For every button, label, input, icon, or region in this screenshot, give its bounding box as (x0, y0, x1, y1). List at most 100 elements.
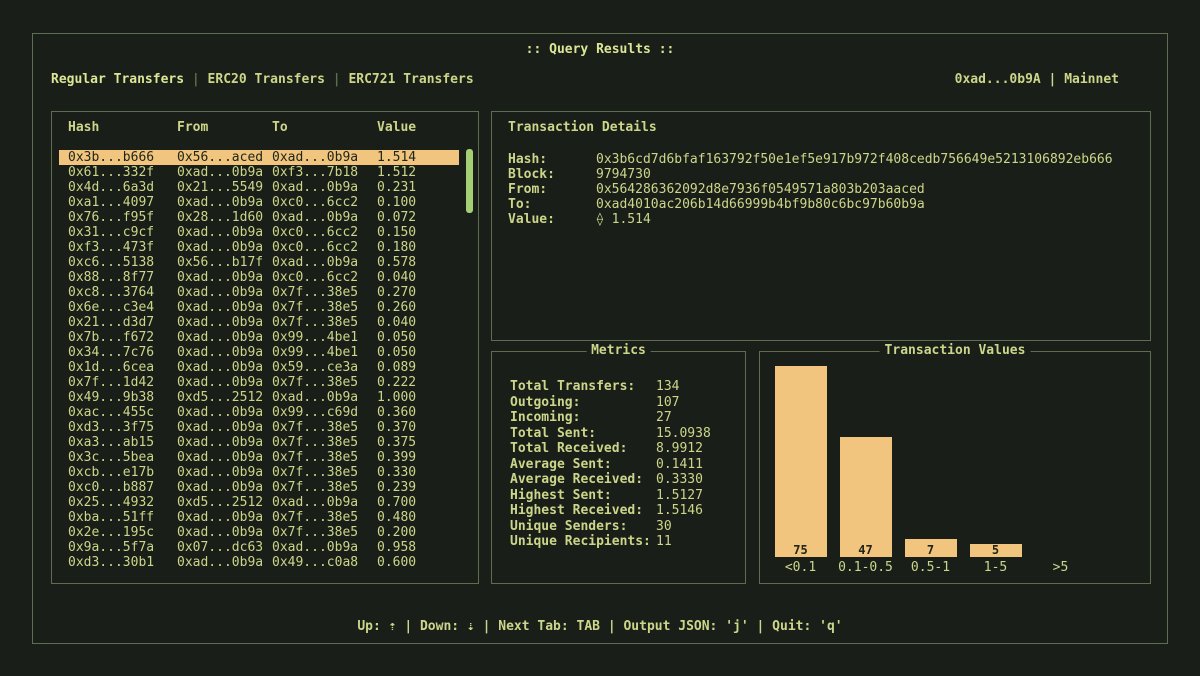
transfers-table-panel: HashFromToValue 0x3b...b6660x56...aced0x… (51, 111, 479, 584)
cell-hash: 0xc0...b887 (68, 480, 177, 495)
chart-slot: 470.1-0.5 (833, 437, 898, 575)
cell-from: 0xad...0b9a (177, 375, 272, 390)
cell-from: 0xad...0b9a (177, 360, 272, 375)
table-row[interactable]: 0x1d...6cea0xad...0b9a0x59...ce3a0.089 (59, 360, 459, 375)
metric-value: 27 (656, 410, 672, 426)
cell-from: 0xad...0b9a (177, 330, 272, 345)
table-row[interactable]: 0x49...9b380xd5...25120xad...0b9a1.000 (59, 390, 459, 405)
cell-from: 0xad...0b9a (177, 405, 272, 420)
x-axis-label: <0.1 (785, 560, 816, 575)
metric-label: Total Sent: (510, 426, 656, 442)
table-row[interactable]: 0x21...d3d70xad...0b9a0x7f...38e50.040 (59, 315, 459, 330)
cell-hash: 0xba...51ff (68, 510, 177, 525)
table-row[interactable]: 0x4d...6a3d0x21...55490xad...0b9a0.231 (59, 180, 459, 195)
tabs-row: Regular Transfers | ERC20 Transfers | ER… (51, 72, 1119, 87)
cell-to: 0xad...0b9a (272, 390, 377, 405)
field-value: 0xad4010ac206b14d66999b4bf9b80c6bc97b60b… (596, 197, 925, 212)
metric-value: 107 (656, 395, 679, 411)
field-value: 0x3b6cd7d6bfaf163792f50e1ef5e917b972f408… (596, 152, 1113, 167)
cell-value: 0.200 (377, 525, 459, 540)
cell-from: 0xad...0b9a (177, 345, 272, 360)
cell-from: 0x07...dc63 (177, 540, 272, 555)
table-row[interactable]: 0x34...7c760xad...0b9a0x99...4be10.050 (59, 345, 459, 360)
cell-hash: 0x2e...195c (68, 525, 177, 540)
field-value: 9794730 (596, 167, 651, 182)
metric-label: Unique Recipients: (510, 534, 656, 550)
cell-to: 0x7f...38e5 (272, 450, 377, 465)
table-row[interactable]: 0xc6...51380x56...b17f0xad...0b9a0.578 (59, 255, 459, 270)
table-row[interactable]: 0x88...8f770xad...0b9a0xc0...6cc20.040 (59, 270, 459, 285)
table-row[interactable]: 0x2e...195c0xad...0b9a0x7f...38e50.200 (59, 525, 459, 540)
metrics-title: Metrics (586, 343, 651, 359)
cell-value: 0.270 (377, 285, 459, 300)
status-bar: Up: ⇡ | Down: ⇣ | Next Tab: TAB | Output… (33, 619, 1167, 634)
cell-hash: 0x49...9b38 (68, 390, 177, 405)
table-row[interactable]: 0xc0...b8870xad...0b9a0x7f...38e50.239 (59, 480, 459, 495)
table-row[interactable]: 0xd3...3f750xad...0b9a0x7f...38e50.370 (59, 420, 459, 435)
cell-to: 0x7f...38e5 (272, 285, 377, 300)
metric-label: Total Transfers: (510, 379, 656, 395)
table-row[interactable]: 0xa3...ab150xad...0b9a0x7f...38e50.375 (59, 435, 459, 450)
metric-row: Highest Sent:1.5127 (510, 488, 739, 504)
table-row[interactable]: 0xba...51ff0xad...0b9a0x7f...38e50.480 (59, 510, 459, 525)
field-label: Value: (508, 212, 596, 227)
cell-from: 0xad...0b9a (177, 165, 272, 180)
cell-value: 0.072 (377, 210, 459, 225)
table-row[interactable]: 0x76...f95f0x28...1d600xad...0b9a0.072 (59, 210, 459, 225)
cell-hash: 0x34...7c76 (68, 345, 177, 360)
cell-value: 1.512 (377, 165, 459, 180)
cell-to: 0x99...c69d (272, 405, 377, 420)
cell-value: 0.375 (377, 435, 459, 450)
chart-bar: 7 (905, 539, 957, 557)
cell-hash: 0x21...d3d7 (68, 315, 177, 330)
metric-value: 15.0938 (656, 426, 711, 442)
x-axis-label: 1-5 (984, 560, 1007, 575)
cell-to: 0x7f...38e5 (272, 375, 377, 390)
table-row[interactable]: 0xa1...40970xad...0b9a0xc0...6cc20.100 (59, 195, 459, 210)
field-value: ⟠ 1.514 (596, 212, 651, 227)
metric-value: 0.1411 (656, 457, 703, 473)
table-row[interactable]: 0x9a...5f7a0x07...dc630xad...0b9a0.958 (59, 540, 459, 555)
cell-from: 0xad...0b9a (177, 555, 272, 570)
tab-erc721-transfers[interactable]: ERC721 Transfers (348, 72, 473, 87)
table-row[interactable]: 0x61...332f0xad...0b9a0xf3...7b181.512 (59, 165, 459, 180)
table-row[interactable]: 0x25...49320xd5...25120xad...0b9a0.700 (59, 495, 459, 510)
cell-from: 0xad...0b9a (177, 270, 272, 285)
table-row[interactable]: 0xac...455c0xad...0b9a0x99...c69d0.360 (59, 405, 459, 420)
table-row[interactable]: 0xd3...30b10xad...0b9a0x49...c0a80.600 (59, 555, 459, 570)
table-row[interactable]: 0xf3...473f0xad...0b9a0xc0...6cc20.180 (59, 240, 459, 255)
cell-hash: 0xac...455c (68, 405, 177, 420)
table-row[interactable]: 0x3b...b6660x56...aced0xad...0b9a1.514 (59, 150, 459, 165)
metric-row: Outgoing:107 (510, 395, 739, 411)
table-row[interactable]: 0x6e...c3e40xad...0b9a0x7f...38e50.260 (59, 300, 459, 315)
table-row[interactable]: 0x7b...f6720xad...0b9a0x99...4be10.050 (59, 330, 459, 345)
cell-value: 0.040 (377, 270, 459, 285)
table-scrollbar[interactable] (466, 149, 473, 213)
chart-title: Transaction Values (880, 343, 1031, 359)
table-body: 0x3b...b6660x56...aced0xad...0b9a1.5140x… (59, 150, 459, 570)
metric-row: Total Received:8.9912 (510, 441, 739, 457)
app-title: :: Query Results :: (33, 42, 1167, 57)
table-row[interactable]: 0x31...c9cf0xad...0b9a0xc0...6cc20.150 (59, 225, 459, 240)
cell-hash: 0xc8...3764 (68, 285, 177, 300)
column-header-hash: Hash (68, 120, 177, 135)
metric-label: Outgoing: (510, 395, 656, 411)
column-header-value: Value (377, 120, 459, 135)
cell-from: 0xad...0b9a (177, 240, 272, 255)
cell-value: 0.089 (377, 360, 459, 375)
cell-to: 0xad...0b9a (272, 150, 377, 165)
cell-from: 0xad...0b9a (177, 465, 272, 480)
table-row[interactable]: 0xcb...e17b0xad...0b9a0x7f...38e50.330 (59, 465, 459, 480)
column-header-from: From (177, 120, 272, 135)
tab-erc20-transfers[interactable]: ERC20 Transfers (208, 72, 325, 87)
table-row[interactable]: 0x3c...5bea0xad...0b9a0x7f...38e50.399 (59, 450, 459, 465)
table-row[interactable]: 0xc8...37640xad...0b9a0x7f...38e50.270 (59, 285, 459, 300)
cell-value: 0.958 (377, 540, 459, 555)
metric-label: Highest Received: (510, 503, 656, 519)
cell-value: 0.040 (377, 315, 459, 330)
cell-value: 0.239 (377, 480, 459, 495)
tab-regular-transfers[interactable]: Regular Transfers (51, 72, 184, 87)
table-row[interactable]: 0x7f...1d420xad...0b9a0x7f...38e50.222 (59, 375, 459, 390)
cell-hash: 0x9a...5f7a (68, 540, 177, 555)
cell-from: 0x28...1d60 (177, 210, 272, 225)
